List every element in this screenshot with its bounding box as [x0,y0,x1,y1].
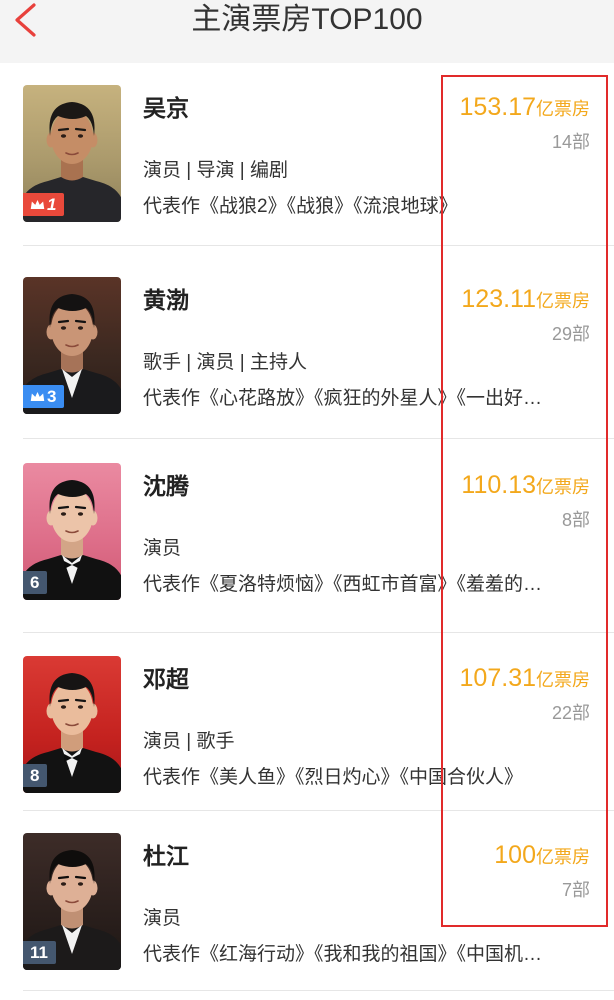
actor-roles: 歌手 | 演员 | 主持人 [143,352,307,373]
actor-photo: 8 [23,656,121,793]
back-button[interactable] [12,3,38,37]
rank-number: 1 [47,195,57,214]
box-office-total: 110.13亿票房 [461,467,590,507]
box-office-value: 107.31 [459,664,536,692]
crown-icon [30,392,45,401]
film-count: 14部 [551,132,590,152]
film-count: 22部 [551,703,590,723]
box-office-total: 107.31亿票房 [460,660,590,700]
representative-works: 代表作《美人鱼》《烈日灼心》《中国合伙人》 [143,767,524,788]
rank-number: 3 [47,387,57,406]
actor-row-content: 3 黄渤 歌手 | 演员 | 主持人 代表作《心花路放》《疯狂的外星人》《一出好… [0,277,614,414]
box-office-total: 153.17亿票房 [460,89,590,129]
box-office-unit: 亿票房 [536,477,590,497]
actor-photo: 6 [23,463,121,600]
rank-badge: 11 [23,941,56,964]
actor-row-content: 8 邓超 演员 | 歌手 代表作《美人鱼》《烈日灼心》《中国合伙人》 107.3… [0,656,614,793]
portrait-eye [77,882,84,886]
box-office-value: 153.17 [459,93,536,121]
actor-name: 黄渤 [143,287,189,313]
actor-name: 杜江 [143,843,189,869]
actor-photo: 11 [23,833,121,970]
actor-row[interactable]: 8 邓超 演员 | 歌手 代表作《美人鱼》《烈日灼心》《中国合伙人》 107.3… [0,633,614,811]
actor-roles: 演员 [143,538,182,559]
actor-row[interactable]: 11 杜江 演员 代表作《红海行动》《我和我的祖国》《中国机… 100亿票房 7… [0,811,614,991]
portrait-eye [60,705,67,709]
film-count: 8部 [561,510,590,530]
rank-number: 8 [30,766,40,785]
actor-roles: 演员 | 歌手 [143,731,235,752]
rank-badge: 3 [23,385,65,408]
actor-ranking-list: 1 吴京 演员 | 导演 | 编剧 代表作《战狼2》《战狼》《流浪地球》 153… [0,63,614,991]
actor-name: 邓超 [143,666,189,692]
box-office-total: 123.11亿票房 [461,281,590,321]
app-screen: 主演票房TOP100 1 吴京 演员 | 导演 | 编剧 代表作《战狼2》《战狼… [0,0,614,1000]
box-office-value: 123.11 [461,285,536,313]
actor-row-content: 6 沈腾 演员 代表作《夏洛特烦恼》《西虹市首富》《羞羞的… 110.13亿票房… [0,463,614,600]
actor-name: 沈腾 [143,473,189,499]
row-divider [23,990,614,991]
representative-works: 代表作《夏洛特烦恼》《西虹市首富》《羞羞的… [143,574,543,595]
portrait-eye [77,326,84,330]
film-count: 29部 [551,324,590,344]
rank-badge: 1 [23,193,65,216]
portrait-eye [60,134,67,138]
actor-roles: 演员 [143,908,182,929]
portrait-eye [77,134,84,138]
box-office-total: 100亿票房 [494,837,590,877]
representative-works: 代表作《心花路放》《疯狂的外星人》《一出好… [143,388,543,409]
actor-photo: 1 [23,85,121,222]
box-office-unit: 亿票房 [536,99,590,119]
portrait-eye [60,326,67,330]
rank-number: 11 [30,943,48,962]
actor-row[interactable]: 6 沈腾 演员 代表作《夏洛特烦恼》《西虹市首富》《羞羞的… 110.13亿票房… [0,439,614,633]
portrait-eye [60,512,67,516]
top-bar: 主演票房TOP100 [0,0,614,63]
actor-row-content: 11 杜江 演员 代表作《红海行动》《我和我的祖国》《中国机… 100亿票房 7… [0,833,614,970]
film-count: 7部 [561,880,590,900]
actor-roles: 演员 | 导演 | 编剧 [143,160,288,181]
chevron-left-icon [15,3,36,37]
portrait-eye [60,882,67,886]
actor-row[interactable]: 3 黄渤 歌手 | 演员 | 主持人 代表作《心花路放》《疯狂的外星人》《一出好… [0,246,614,439]
actor-name: 吴京 [143,95,189,121]
page-title: 主演票房TOP100 [191,3,423,36]
representative-works: 代表作《战狼2》《战狼》《流浪地球》 [143,196,458,217]
box-office-value: 110.13 [461,471,536,499]
actor-row-content: 1 吴京 演员 | 导演 | 编剧 代表作《战狼2》《战狼》《流浪地球》 153… [0,85,614,222]
actor-row[interactable]: 1 吴京 演员 | 导演 | 编剧 代表作《战狼2》《战狼》《流浪地球》 153… [0,63,614,246]
rank-badge: 6 [23,571,48,594]
rank-badge: 8 [23,764,48,787]
portrait-eye [77,705,84,709]
actor-photo: 3 [23,277,121,414]
crown-shape [30,200,45,209]
crown-shape [30,392,45,401]
box-office-value: 100 [494,841,536,869]
chevron-left-shape [15,3,36,37]
representative-works: 代表作《红海行动》《我和我的祖国》《中国机… [143,944,543,965]
box-office-unit: 亿票房 [536,847,590,867]
box-office-unit: 亿票房 [536,670,590,690]
rank-number: 6 [30,573,40,592]
portrait-eye [77,512,84,516]
crown-icon [30,200,45,209]
box-office-unit: 亿票房 [536,291,590,311]
